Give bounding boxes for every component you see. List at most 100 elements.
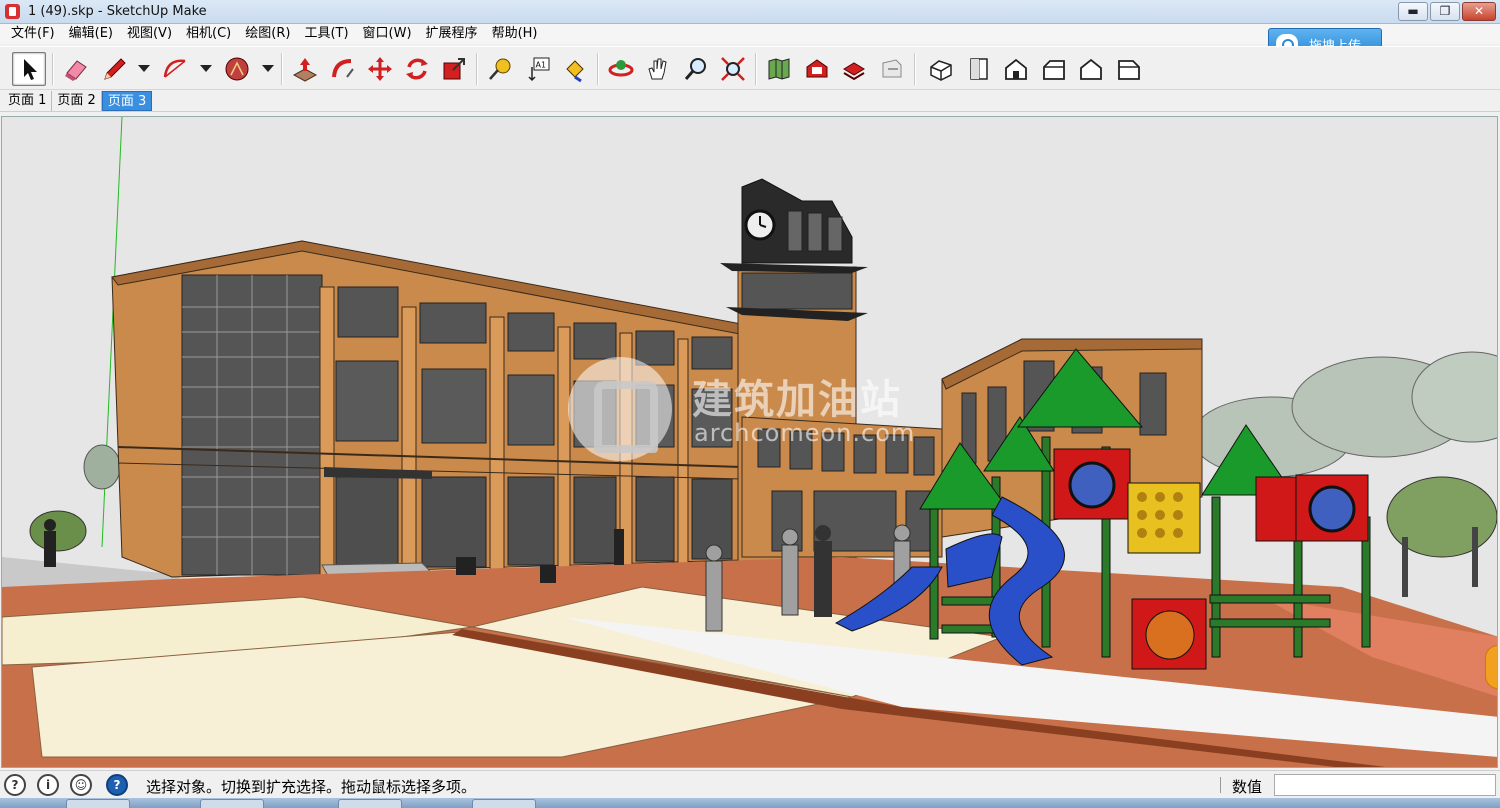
follow-me-icon xyxy=(332,59,354,78)
pan-tool[interactable] xyxy=(641,52,675,86)
os-taskbar xyxy=(0,798,1500,808)
menu-window[interactable]: 窗口(W) xyxy=(356,24,419,44)
status-bar: ? i ☺ ? 选择对象。切换到扩充选择。拖动鼠标选择多项。 数值 xyxy=(0,770,1500,798)
taskbar-button[interactable] xyxy=(472,799,536,808)
extension-icon xyxy=(882,59,902,78)
tape-measure-icon xyxy=(489,58,511,80)
iso-house-icon xyxy=(930,60,952,81)
magnifier-icon xyxy=(684,58,706,80)
rotate-tool[interactable] xyxy=(400,52,434,86)
text-label-icon: A1 xyxy=(528,57,550,82)
menu-edit[interactable]: 编辑(E) xyxy=(62,24,120,44)
warehouse-icon xyxy=(806,59,828,78)
geo-location-icon[interactable]: ? xyxy=(4,774,26,796)
front-house-icon xyxy=(1005,58,1027,80)
side-panel-handle[interactable] xyxy=(1485,645,1497,689)
menu-extensions[interactable]: 扩展程序 xyxy=(419,24,485,44)
orbit-icon xyxy=(608,60,634,77)
push-pull-tool[interactable] xyxy=(288,52,322,86)
paint-bucket-tool[interactable] xyxy=(558,52,592,86)
arc-icon xyxy=(163,59,186,78)
value-label: 数值 xyxy=(1232,778,1263,796)
minimize-button[interactable]: ▬ xyxy=(1398,2,1428,21)
status-message: 选择对象。切换到扩充选择。拖动鼠标选择多项。 xyxy=(146,778,477,796)
restore-button[interactable]: ❐ xyxy=(1430,2,1460,21)
main-toolbar: A1 xyxy=(0,46,1500,90)
scene-render xyxy=(2,117,1497,767)
hand-icon xyxy=(648,58,667,80)
back-house-icon xyxy=(1080,58,1102,80)
tab-page-1[interactable]: 页面 1 xyxy=(3,91,53,111)
right-view[interactable] xyxy=(1037,52,1071,86)
extension-warehouse-tool[interactable] xyxy=(875,52,909,86)
top-view-icon xyxy=(970,58,988,80)
toolbar-separator xyxy=(914,53,916,85)
tab-page-2[interactable]: 页面 2 xyxy=(52,91,102,111)
left-house-icon xyxy=(1118,60,1140,80)
zoom-extents-tool[interactable] xyxy=(716,52,750,86)
menu-camera[interactable]: 相机(C) xyxy=(179,24,238,44)
toolbar-separator xyxy=(476,53,478,85)
tab-page-3[interactable]: 页面 3 xyxy=(101,91,153,111)
help-icon[interactable]: ? xyxy=(106,774,128,796)
toolbar-separator xyxy=(281,53,283,85)
close-icon: ✕ xyxy=(1473,4,1485,18)
left-view[interactable] xyxy=(1112,52,1146,86)
menu-draw[interactable]: 绘图(R) xyxy=(238,24,297,44)
polygon-icon xyxy=(225,57,249,81)
taskbar-button[interactable] xyxy=(66,799,130,808)
zoom-tool[interactable] xyxy=(679,52,713,86)
tape-measure-tool[interactable] xyxy=(483,52,517,86)
arc-tool[interactable] xyxy=(158,52,192,86)
menu-view[interactable]: 视图(V) xyxy=(120,24,179,44)
geo-location-tool[interactable] xyxy=(762,52,796,86)
follow-me-tool[interactable] xyxy=(326,52,360,86)
push-pull-icon xyxy=(292,58,318,82)
minimize-icon: ▬ xyxy=(1407,4,1419,18)
status-divider xyxy=(1220,777,1221,793)
user-icon[interactable]: ☺ xyxy=(70,774,92,796)
line-tool[interactable] xyxy=(98,52,132,86)
scale-icon xyxy=(443,58,465,80)
window-title: 1 (49).skp - SketchUp Make xyxy=(28,4,207,19)
iso-view[interactable] xyxy=(924,52,958,86)
text-tool[interactable]: A1 xyxy=(521,52,555,86)
chevron-down-icon[interactable] xyxy=(200,65,212,72)
chevron-down-icon[interactable] xyxy=(262,65,274,72)
menu-file[interactable]: 文件(F) xyxy=(4,24,62,44)
select-tool[interactable] xyxy=(12,52,46,86)
top-view[interactable] xyxy=(962,52,996,86)
scene-tabs: 页面 1 页面 2 页面 3 xyxy=(0,90,1500,112)
pencil-icon xyxy=(104,58,126,80)
taskbar-button[interactable] xyxy=(338,799,402,808)
back-view[interactable] xyxy=(1074,52,1108,86)
measurements-input[interactable] xyxy=(1274,774,1496,796)
shape-tool[interactable] xyxy=(220,52,254,86)
arrow-cursor-icon xyxy=(24,59,37,80)
title-bar: 1 (49).skp - SketchUp Make ▬ ❐ ✕ xyxy=(0,0,1500,24)
zoom-extents-icon xyxy=(721,57,745,81)
menu-help[interactable]: 帮助(H) xyxy=(485,24,545,44)
credits-icon[interactable]: i xyxy=(37,774,59,796)
model-viewport[interactable]: 建筑加油站 archcomeon.com xyxy=(1,116,1498,768)
close-button[interactable]: ✕ xyxy=(1462,2,1496,21)
move-tool[interactable] xyxy=(363,52,397,86)
eraser-tool[interactable] xyxy=(59,52,93,86)
orbit-tool[interactable] xyxy=(604,52,638,86)
toolbar-separator xyxy=(597,53,599,85)
ground-plaza xyxy=(2,557,1497,767)
rotate-icon xyxy=(406,58,428,80)
taskbar-button[interactable] xyxy=(200,799,264,808)
sketchup-logo-icon xyxy=(5,4,20,19)
tree-left xyxy=(29,510,87,552)
share-model-tool[interactable] xyxy=(837,52,871,86)
menu-tools[interactable]: 工具(T) xyxy=(297,24,355,44)
right-house-icon xyxy=(1043,60,1065,80)
front-view[interactable] xyxy=(999,52,1033,86)
share-model-icon xyxy=(843,62,865,81)
restore-icon: ❐ xyxy=(1439,4,1451,18)
warehouse-tool[interactable] xyxy=(800,52,834,86)
paint-bucket-icon xyxy=(566,60,584,83)
scale-tool[interactable] xyxy=(437,52,471,86)
chevron-down-icon[interactable] xyxy=(138,65,150,72)
